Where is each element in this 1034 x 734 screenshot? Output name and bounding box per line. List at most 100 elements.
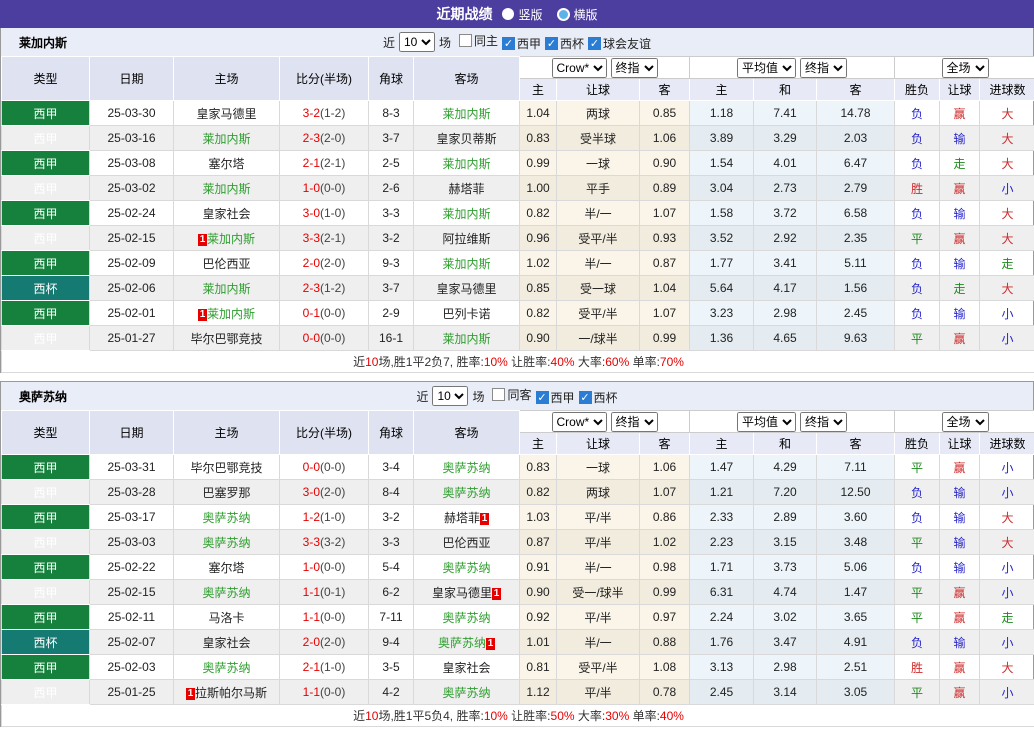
filter-checkbox-西杯[interactable]: ✓ 西杯 xyxy=(545,35,584,52)
col-result-wl: 胜负 xyxy=(894,432,941,455)
home-team-link[interactable]: 莱加内斯 xyxy=(202,282,250,296)
recent-count-select[interactable]: 10 xyxy=(398,32,435,52)
filter-checkbox-球会友谊[interactable]: ✓ 球会友谊 xyxy=(588,35,651,52)
filter-checkbox-同主[interactable]: 同主 xyxy=(458,32,498,49)
odds-away-cell: 0.78 xyxy=(639,679,690,705)
average-select[interactable]: 平均值 xyxy=(737,57,796,78)
away-team-link[interactable]: 莱加内斯 xyxy=(442,332,490,346)
home-team-cell: 奥萨苏纳 xyxy=(173,579,280,605)
final-odds-select-2[interactable]: 终指 xyxy=(800,411,847,432)
away-team-link[interactable]: 皇家马德里 xyxy=(436,282,496,296)
recent-prefix-label: 近 xyxy=(416,389,429,404)
result-winloss-cell: 平 xyxy=(894,529,941,555)
away-team-link[interactable]: 巴伦西亚 xyxy=(442,536,490,550)
filter-checkbox-西甲[interactable]: ✓ 西甲 xyxy=(502,35,541,52)
away-team-link[interactable]: 莱加内斯 xyxy=(442,107,490,121)
away-team-link[interactable]: 莱加内斯 xyxy=(442,257,490,271)
away-team-link[interactable]: 奥萨苏纳 xyxy=(442,611,490,625)
result-handicap-cell: 赢 xyxy=(939,579,981,605)
odds-away-cell: 0.85 xyxy=(639,100,690,126)
final-odds-select[interactable]: 终指 xyxy=(610,411,658,432)
league-type-cell: 西甲 xyxy=(1,454,90,480)
match-row: 西甲 25-03-30 皇家马德里 3-2(1-2) 8-3 莱加内斯 1.04 两球 0.85… xyxy=(1,100,1034,126)
fulltime-select[interactable]: 全场 xyxy=(941,57,989,78)
home-team-link[interactable]: 皇家社会 xyxy=(202,636,250,650)
home-team-link[interactable]: 莱加内斯 xyxy=(207,232,255,246)
recent-suffix-label: 场 xyxy=(472,389,485,404)
away-team-link[interactable]: 皇家社会 xyxy=(442,661,490,675)
avg-draw-cell: 2.89 xyxy=(753,504,817,530)
match-date-cell: 25-03-02 xyxy=(89,175,174,201)
home-team-link[interactable]: 奥萨苏纳 xyxy=(202,661,250,675)
away-team-link[interactable]: 奥萨苏纳 xyxy=(442,561,490,575)
away-team-link[interactable]: 奥萨苏纳 xyxy=(442,461,490,475)
away-team-link[interactable]: 奥萨苏纳 xyxy=(438,636,486,650)
fulltime-score: 2-3 xyxy=(302,131,320,145)
odds-source-group: Crow* 终指 xyxy=(519,56,690,79)
league-type-cell: 西甲 xyxy=(1,325,90,351)
away-team-cell: 皇家马德里 1 xyxy=(413,579,520,605)
radio-horizontal-layout[interactable]: 横版 xyxy=(556,6,598,23)
filter-checkbox-同客[interactable]: 同客 xyxy=(492,386,532,403)
summary-text: 近 xyxy=(353,355,366,369)
away-team-cell: 莱加内斯 xyxy=(413,250,520,276)
away-team-link[interactable]: 奥萨苏纳 xyxy=(442,486,490,500)
checkbox-checked-icon: ✓ xyxy=(545,37,559,50)
summary-stat-value: 10 xyxy=(365,709,379,723)
odds-away-cell: 1.02 xyxy=(639,529,690,555)
score-cell: 2-1(2-1) xyxy=(279,150,369,176)
score-cell: 1-1(0-0) xyxy=(279,679,369,705)
away-team-link[interactable]: 赫塔菲 xyxy=(448,182,484,196)
avg-away-cell: 1.47 xyxy=(815,579,896,605)
home-team-link[interactable]: 莱加内斯 xyxy=(202,132,250,146)
home-team-link[interactable]: 皇家马德里 xyxy=(196,107,256,121)
away-team-link[interactable]: 阿拉维斯 xyxy=(442,232,490,246)
match-row: 西甲 25-02-01 1 莱加内斯 0-1(0-0) 2-9 巴列卡诺 0.82 受平/半 1.… xyxy=(1,300,1034,326)
home-team-link[interactable]: 巴塞罗那 xyxy=(202,486,250,500)
halftime-score: (3-2) xyxy=(320,535,346,549)
home-team-link[interactable]: 奥萨苏纳 xyxy=(202,511,250,525)
away-team-link[interactable]: 赫塔菲 xyxy=(444,511,480,525)
home-team-link[interactable]: 毕尔巴鄂竞技 xyxy=(190,332,262,346)
home-team-link[interactable]: 奥萨苏纳 xyxy=(202,536,250,550)
away-team-cell: 皇家贝蒂斯 xyxy=(413,125,520,151)
home-team-link[interactable]: 毕尔巴鄂竞技 xyxy=(190,461,262,475)
home-team-link[interactable]: 马洛卡 xyxy=(208,611,244,625)
checkbox-label: 西杯 xyxy=(593,391,618,405)
home-team-link[interactable]: 莱加内斯 xyxy=(202,182,250,196)
result-goals-cell: 大 xyxy=(979,150,1034,176)
odds-handicap-cell: 平/半 xyxy=(556,529,640,555)
summary-stat-value: 40% xyxy=(659,709,684,723)
recent-count-select[interactable]: 10 xyxy=(432,386,469,406)
avg-home-cell: 3.89 xyxy=(689,125,754,151)
home-team-link[interactable]: 塞尔塔 xyxy=(208,561,244,575)
away-team-link[interactable]: 皇家贝蒂斯 xyxy=(436,132,496,146)
away-team-link[interactable]: 奥萨苏纳 xyxy=(442,686,490,700)
match-row: 西甲 25-03-16 莱加内斯 2-3(2-0) 3-7 皇家贝蒂斯 0.83 受半球 1.0… xyxy=(1,125,1034,151)
bookmaker-select[interactable]: Crow* xyxy=(551,57,607,78)
average-select[interactable]: 平均值 xyxy=(737,411,796,432)
avg-draw-cell: 3.41 xyxy=(753,250,817,276)
odds-away-cell: 1.07 xyxy=(639,300,690,326)
final-odds-select[interactable]: 终指 xyxy=(610,57,658,78)
away-team-link[interactable]: 莱加内斯 xyxy=(442,207,490,221)
final-odds-select-2[interactable]: 终指 xyxy=(800,57,847,78)
radio-vertical-layout[interactable]: 竖版 xyxy=(502,6,543,23)
filter-checkbox-西杯[interactable]: ✓ 西杯 xyxy=(578,389,618,406)
fulltime-select[interactable]: 全场 xyxy=(941,411,989,432)
home-team-link[interactable]: 巴伦西亚 xyxy=(202,257,250,271)
match-date-cell: 25-02-06 xyxy=(89,275,174,301)
away-team-link[interactable]: 皇家马德里 xyxy=(432,586,492,600)
home-team-link[interactable]: 莱加内斯 xyxy=(207,307,255,321)
home-team-link[interactable]: 皇家社会 xyxy=(202,207,250,221)
corner-cell: 8-4 xyxy=(368,479,414,505)
home-team-link[interactable]: 奥萨苏纳 xyxy=(202,586,250,600)
away-team-link[interactable]: 莱加内斯 xyxy=(442,157,490,171)
filter-checkbox-西甲[interactable]: ✓ 西甲 xyxy=(535,389,575,406)
away-team-link[interactable]: 巴列卡诺 xyxy=(442,307,490,321)
home-team-link[interactable]: 塞尔塔 xyxy=(208,157,244,171)
home-team-link[interactable]: 拉斯帕尔马斯 xyxy=(195,686,267,700)
bookmaker-select[interactable]: Crow* xyxy=(551,411,607,432)
odds-away-cell: 0.89 xyxy=(639,175,690,201)
odds-handicap-cell: 受半球 xyxy=(556,125,640,151)
